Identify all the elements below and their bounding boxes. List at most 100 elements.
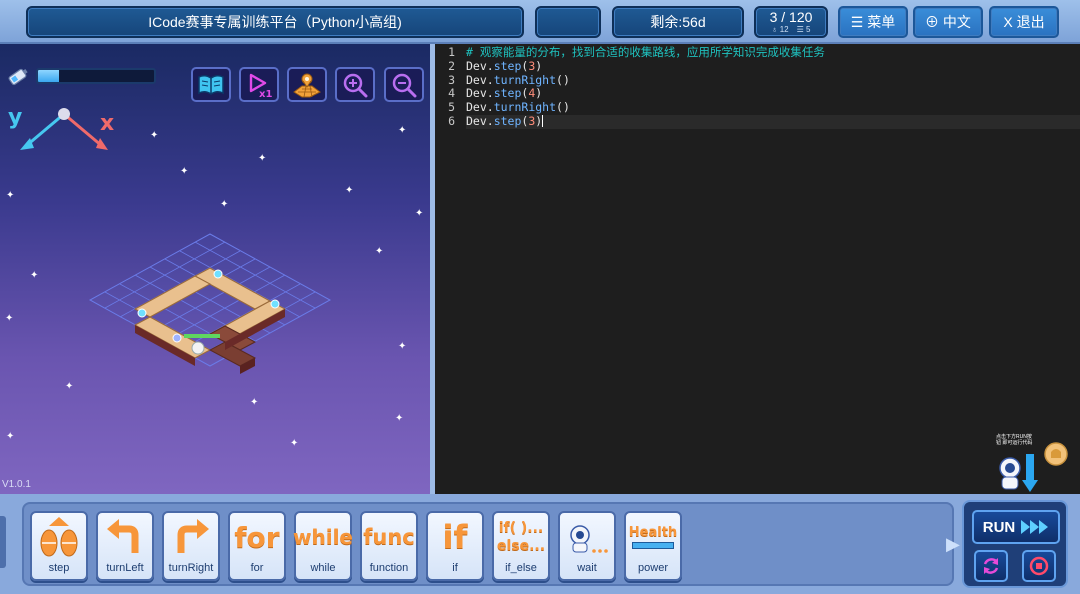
cmd-if-else[interactable]: if( )... else... if_else	[492, 511, 550, 581]
zoom-out-button[interactable]	[384, 67, 424, 102]
level-counter: 3 / 120	[769, 8, 813, 25]
axis-y-label: y	[8, 105, 22, 130]
menu-button[interactable]: ☰ 菜单	[838, 6, 908, 38]
line-number-gutter: 123456	[435, 45, 463, 129]
energy-fill	[38, 70, 59, 82]
star: ✦	[375, 246, 384, 257]
code-token: Dev.	[466, 72, 494, 87]
line-number: 2	[448, 58, 455, 73]
cmd-for[interactable]: for for	[228, 511, 286, 581]
language-button[interactable]: ⊕ 中文	[913, 6, 983, 38]
level-indicator[interactable]: 3 / 120 ♁ 12 ☰ 5	[754, 6, 828, 38]
code-token: turnRight	[493, 100, 557, 115]
line-number: 6	[448, 113, 455, 128]
game-view[interactable]: ✦ ✦ ✦ ✦ ✦ ✦ ✦ ✦ ✦ ✦ ✦ ✦ ✦ ✦ ✦ ✦ ✦ x1 y x…	[0, 44, 430, 494]
cmd-turnright[interactable]: turnRight	[162, 511, 220, 581]
star: ✦	[395, 413, 404, 424]
zoom-in-icon	[343, 73, 368, 97]
line-number: 3	[448, 72, 455, 87]
stop-button[interactable]	[1022, 550, 1056, 582]
robot-icon	[570, 525, 608, 553]
energy-bar	[36, 68, 156, 84]
left-collapse-tab[interactable]	[0, 516, 6, 568]
cmd-wait[interactable]: wait	[558, 511, 616, 581]
map-button[interactable]	[287, 67, 327, 102]
blank-slot	[535, 6, 601, 38]
code-line[interactable]: Dev.step(3)	[466, 113, 1080, 129]
if-else-icon-bottom: else...	[496, 538, 546, 554]
power-icon: Health	[628, 525, 678, 540]
code-token: )	[535, 86, 543, 101]
bottom-area: step turnLeft turnRight for for while wh…	[0, 494, 1080, 594]
run-label: RUN	[982, 518, 1016, 536]
star: ✦	[220, 199, 229, 210]
line-number: 4	[448, 86, 455, 101]
code-token: Dev.	[466, 100, 494, 115]
axis-gizmo: y x	[8, 105, 114, 150]
code-lines[interactable]: # 观察能量的分布，找到合适的收集路线，应用所学知识完成收集任务 Dev.step…	[466, 45, 1080, 129]
lines-icon: ☰ 5	[796, 24, 811, 34]
for-icon: for	[234, 520, 280, 554]
expand-arrow-icon[interactable]: ▶	[946, 534, 960, 554]
map-icon	[293, 73, 321, 97]
star: ✦	[65, 381, 74, 392]
health-bar-icon	[632, 542, 674, 549]
code-token: # 观察能量的分布，找到合适的收集路线，应用所学知识完成收集任务	[466, 45, 825, 59]
helper-hint: 点击下方RUN按钮 即可运行代码	[996, 434, 1033, 446]
cmd-label: function	[369, 562, 409, 574]
axis-x-label: x	[100, 111, 114, 136]
zoom-in-button[interactable]	[335, 67, 375, 102]
code-line[interactable]: # 观察能量的分布，找到合适的收集路线，应用所学知识完成收集任务	[466, 45, 1080, 60]
zoom-out-icon	[392, 73, 417, 97]
helper-robot[interactable]: 点击下方RUN按钮 即可运行代码	[996, 430, 1070, 494]
code-editor[interactable]: 123456 # 观察能量的分布，找到合适的收集路线，应用所学知识完成收集任务 D…	[435, 44, 1080, 494]
cmd-label: step	[48, 562, 70, 574]
code-token: )	[535, 58, 543, 73]
cmd-function[interactable]: func function	[360, 511, 418, 581]
star: ✦	[290, 438, 299, 449]
function-icon: func	[363, 525, 415, 549]
star: ✦	[398, 341, 407, 352]
run-panel: RUN	[962, 500, 1068, 588]
book-button[interactable]	[191, 67, 231, 102]
exit-button[interactable]: X 退出	[989, 6, 1059, 38]
code-line[interactable]: Dev.turnRight()	[466, 72, 1080, 88]
cmd-label: turnLeft	[106, 562, 144, 574]
code-line[interactable]: Dev.turnRight()	[466, 100, 1080, 115]
code-token: ()	[556, 72, 570, 87]
reset-button[interactable]	[974, 550, 1008, 582]
cmd-label: if	[452, 562, 458, 574]
star: ✦	[180, 166, 189, 177]
speed-button[interactable]: x1	[239, 67, 279, 102]
code-token: Dev.	[466, 58, 494, 73]
battery-icon	[8, 68, 28, 86]
cmd-label: wait	[577, 562, 597, 574]
star: ✦	[345, 185, 354, 196]
cmd-if[interactable]: if if	[426, 511, 484, 581]
code-line[interactable]: Dev.step(4)	[466, 86, 1080, 101]
line-number: 5	[448, 100, 455, 115]
cmd-turnleft[interactable]: turnLeft	[96, 511, 154, 581]
code-line[interactable]: Dev.step(3)	[466, 58, 1080, 74]
line-number: 1	[448, 45, 455, 59]
speed-icon: x1	[249, 73, 272, 98]
cmd-step[interactable]: step	[30, 511, 88, 581]
version-label: V1.0.1	[2, 479, 31, 490]
app-root: ICode赛事专属训练平台（Python小高组) 剩余:56d 3 / 120 …	[0, 0, 1080, 594]
stop-icon	[1029, 556, 1049, 576]
code-token: Dev.	[466, 86, 494, 101]
run-button[interactable]: RUN	[972, 510, 1060, 544]
level-stats: ♁ 12 ☰ 5	[772, 25, 811, 35]
star: ✦	[258, 153, 267, 164]
top-bar: ICode赛事专属训练平台（Python小高组) 剩余:56d 3 / 120 …	[0, 0, 1080, 44]
cmd-while[interactable]: while while	[293, 511, 353, 581]
code-token: ()	[556, 100, 570, 115]
code-token: )	[535, 113, 543, 128]
code-token: Dev.	[466, 113, 494, 128]
star: ✦	[30, 270, 39, 281]
cmd-power[interactable]: Health power	[624, 511, 682, 581]
while-icon: while	[293, 525, 353, 549]
if-else-icon-top: if( )...	[498, 520, 544, 536]
cmd-label: for	[250, 562, 264, 574]
svg-text:x1: x1	[259, 89, 272, 98]
